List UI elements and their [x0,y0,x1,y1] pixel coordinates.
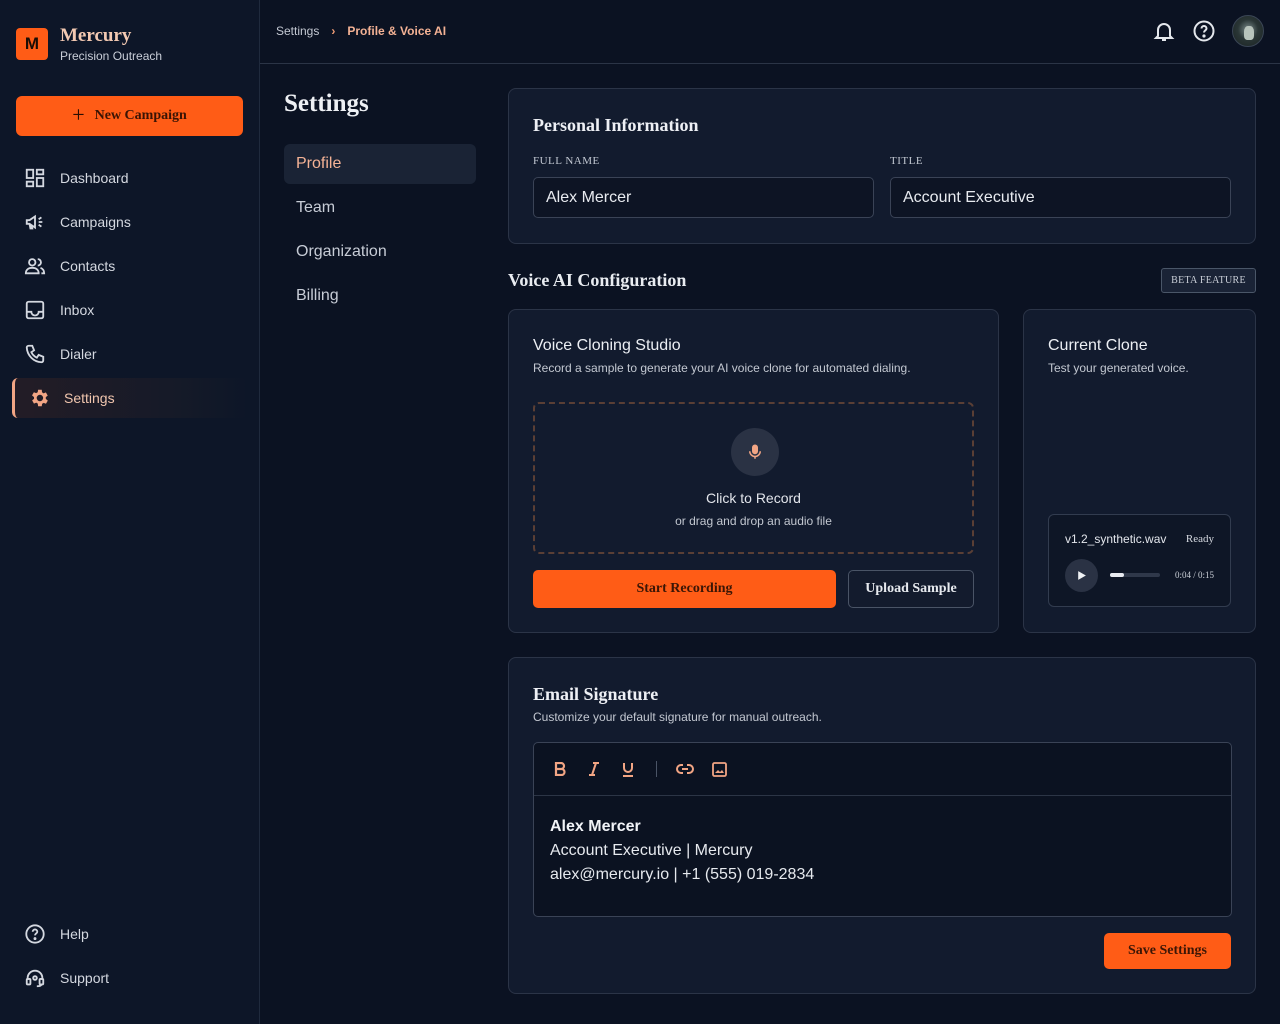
voice-ai-section-title: Voice AI Configuration [508,270,687,290]
italic-icon[interactable] [584,759,604,779]
signature-editor[interactable]: Alex Mercer Account Executive | Mercury … [533,742,1232,917]
current-clone-title: Current Clone [1048,337,1148,354]
email-signature-title: Email Signature [533,684,659,704]
title-label: TITLE [890,155,924,167]
record-dropzone[interactable]: Click to Record or drag and drop an audi… [533,402,974,554]
link-icon[interactable] [675,759,695,779]
chevron-right-icon: › [331,24,336,38]
breadcrumb: Settings › Profile & Voice AI [276,24,446,38]
signature-name: Alex Mercer [550,818,641,835]
sidebar: M Mercury Precision Outreach + New Campa… [0,0,260,1024]
current-clone-description: Test your generated voice. [1048,361,1189,375]
signature-content[interactable]: Alex Mercer Account Executive | Mercury … [534,796,1231,906]
bell-icon[interactable] [1152,19,1176,43]
people-icon [24,258,46,275]
breadcrumb-parent[interactable]: Settings [276,24,319,38]
audio-status: Ready [1185,533,1214,545]
play-button[interactable] [1065,559,1098,592]
voice-cloning-title: Voice Cloning Studio [533,337,681,354]
play-icon [1078,571,1086,580]
image-icon[interactable] [709,759,729,779]
help-icon [25,924,45,944]
brand[interactable]: M Mercury Precision Outreach [16,25,163,63]
current-clone-card: Current Clone Test your generated voice.… [1023,309,1256,633]
sidebar-item-label: Contacts [60,258,116,274]
editor-toolbar [534,743,1231,796]
topbar-actions [1152,15,1264,47]
new-campaign-button[interactable]: + New Campaign [16,96,243,136]
tab-billing[interactable]: Billing [284,276,476,316]
phone-icon [25,344,45,364]
tab-profile[interactable]: Profile [284,144,476,184]
personal-info-title: Personal Information [533,115,699,135]
sidebar-item-help[interactable]: Help [12,914,248,954]
tab-team[interactable]: Team [284,188,476,228]
sidebar-item-dashboard[interactable]: Dashboard [12,158,248,198]
page-title: Settings [284,90,369,117]
voice-cloning-description: Record a sample to generate your AI voic… [533,361,911,375]
upload-sample-button[interactable]: Upload Sample [848,570,974,608]
start-recording-button[interactable]: Start Recording [533,570,836,608]
audio-progress[interactable] [1110,573,1160,577]
sidebar-item-label: Settings [64,390,115,406]
sidebar-item-dialer[interactable]: Dialer [12,334,248,374]
sidebar-item-label: Support [60,970,110,986]
audio-player: v1.2_synthetic.wav Ready 0:04 / 0:15 [1048,514,1231,607]
sidebar-nav: Dashboard Campaigns Contacts Inbox Diale… [12,158,248,422]
audio-file-name: v1.2_synthetic.wav [1065,532,1167,546]
tab-organization[interactable]: Organization [284,232,476,272]
sidebar-item-label: Inbox [60,302,95,318]
email-signature-description: Customize your default signature for man… [533,710,822,724]
sidebar-item-label: Help [60,926,89,942]
toolbar-divider [656,761,657,777]
voice-cloning-card: Voice Cloning Studio Record a sample to … [508,309,999,633]
sidebar-item-contacts[interactable]: Contacts [12,246,248,286]
microphone-icon [749,444,761,459]
save-settings-button[interactable]: Save Settings [1104,933,1231,969]
avatar[interactable] [1232,15,1264,47]
gear-icon [32,389,48,407]
underline-icon[interactable] [618,759,638,779]
email-signature-card: Email Signature Customize your default s… [508,657,1256,994]
sidebar-item-settings[interactable]: Settings [12,378,248,418]
megaphone-icon [25,214,43,230]
sidebar-item-support[interactable]: Support [12,958,248,998]
inbox-icon [25,300,45,320]
signature-contact-line: alex@mercury.io | +1 (555) 019-2834 [550,866,815,883]
dashboard-icon [25,168,45,188]
plus-icon: + [72,102,85,127]
brand-name: Mercury [60,25,132,46]
title-field[interactable]: Account Executive [890,177,1231,218]
new-campaign-label: New Campaign [94,108,187,123]
sidebar-bottom-nav: Help Support [12,914,248,1002]
settings-subnav: Profile Team Organization Billing [284,144,476,320]
brand-tagline: Precision Outreach [60,49,163,63]
sidebar-item-label: Dialer [60,346,97,362]
bold-icon[interactable] [550,759,570,779]
full-name-field[interactable]: Alex Mercer [533,177,874,218]
dropzone-sub-text: or drag and drop an audio file [675,514,832,528]
sidebar-item-inbox[interactable]: Inbox [12,290,248,330]
breadcrumb-current: Profile & Voice AI [347,24,447,38]
topbar: Settings › Profile & Voice AI [260,0,1280,64]
personal-info-card: Personal Information FULL NAME Alex Merc… [508,88,1256,244]
signature-title-line: Account Executive | Mercury [550,842,753,859]
brand-logo: M [16,28,48,60]
audio-time: 0:04 / 0:15 [1174,570,1214,580]
audio-progress-fill [1110,573,1124,577]
sidebar-item-label: Campaigns [60,214,131,230]
help-icon[interactable] [1192,19,1216,43]
sidebar-item-campaigns[interactable]: Campaigns [12,202,248,242]
beta-badge: BETA FEATURE [1161,268,1256,293]
full-name-label: FULL NAME [533,155,600,167]
headset-icon [25,969,45,988]
dropzone-main-text: Click to Record [706,490,801,506]
mic-button[interactable] [731,428,779,476]
sidebar-item-label: Dashboard [60,170,129,186]
